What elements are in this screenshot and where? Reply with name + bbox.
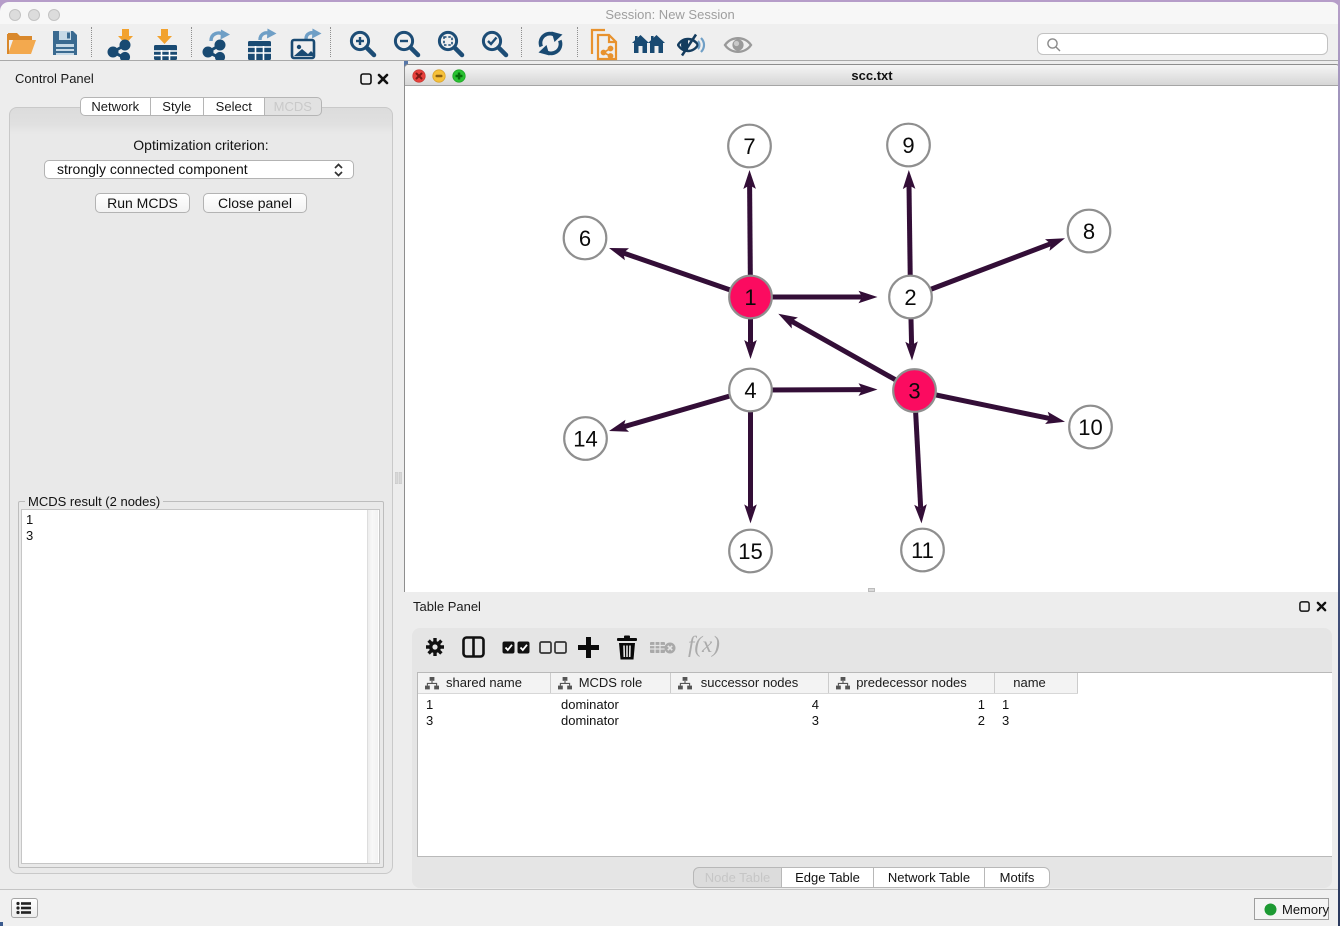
svg-text:10: 10 [1078,415,1102,440]
svg-text:11: 11 [911,538,934,563]
svg-text:3: 3 [908,378,920,403]
svg-text:7: 7 [743,134,755,159]
svg-text:15: 15 [738,539,762,564]
svg-text:4: 4 [744,378,756,403]
svg-text:9: 9 [902,133,914,158]
svg-text:14: 14 [573,426,597,451]
svg-text:1: 1 [744,285,756,310]
svg-text:8: 8 [1083,219,1095,244]
svg-text:6: 6 [579,226,591,251]
svg-text:2: 2 [904,285,916,310]
